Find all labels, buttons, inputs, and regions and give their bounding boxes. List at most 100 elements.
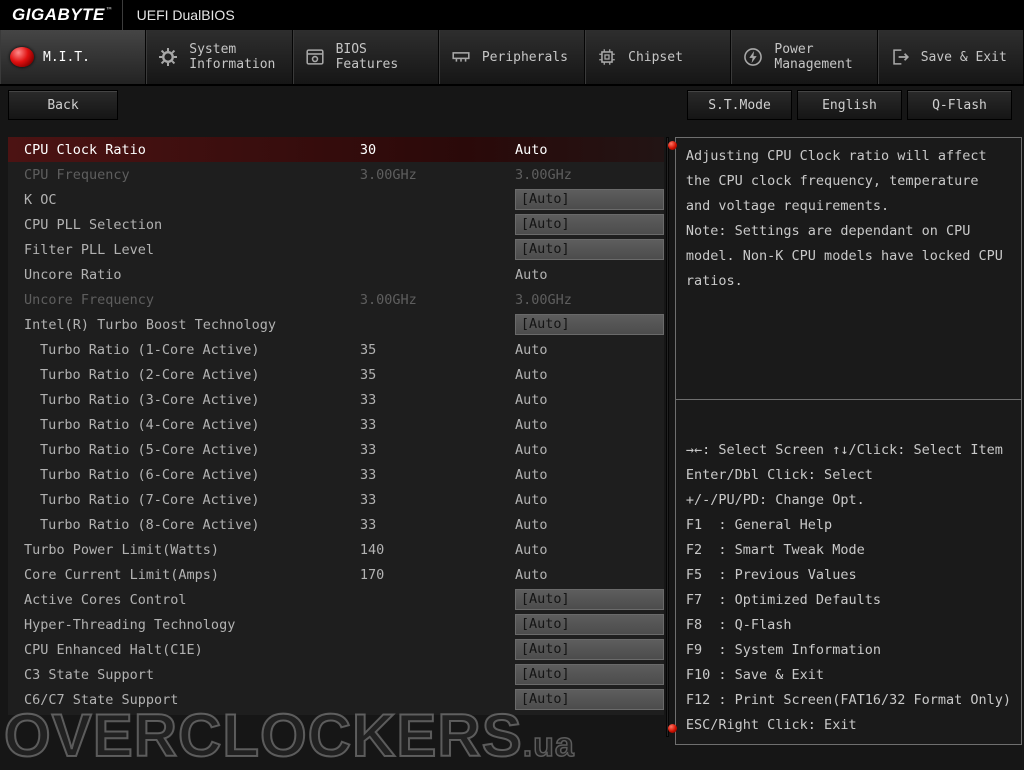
setting-row-active-cores-control[interactable]: Active Cores Control [Auto] [8,587,664,612]
setting-option-box[interactable]: [Auto] [515,614,664,635]
setting-label: Hyper-Threading Technology [24,617,360,633]
setting-row-turbo-power-limit-watts[interactable]: Turbo Power Limit(Watts)140Auto [8,537,664,562]
scroll-up-button[interactable] [668,141,677,150]
tab-label: Chipset [628,50,683,65]
setting-row-hyper-threading-technology[interactable]: Hyper-Threading Technology [Auto] [8,612,664,637]
setting-label: Turbo Ratio (6-Core Active) [40,467,360,483]
help-key-line: +/-/PU/PD: Change Opt. [686,488,1011,513]
setting-option: 3.00GHz [515,292,664,308]
scroll-down-button[interactable] [668,724,677,733]
setting-label: Turbo Ratio (8-Core Active) [40,517,360,533]
setting-current-value: 33 [360,467,515,483]
trademark-symbol: ™ [107,6,112,15]
setting-label: CPU Enhanced Halt(C1E) [24,642,360,658]
setting-option-box[interactable]: [Auto] [515,314,664,335]
setting-label: Turbo Ratio (7-Core Active) [40,492,360,508]
help-key-line: F7 : Optimized Defaults [686,588,1011,613]
tab-label: Save & Exit [921,50,1007,65]
bios-chip-icon [303,45,327,69]
setting-option-box[interactable]: [Auto] [515,664,664,685]
setting-current-value: 3.00GHz [360,292,515,308]
setting-row-intel-r-turbo-boost-technology[interactable]: Intel(R) Turbo Boost Technology [Auto] [8,312,664,337]
setting-row-cpu-frequency[interactable]: CPU Frequency3.00GHz3.00GHz [8,162,664,187]
setting-current-value: 35 [360,367,515,383]
back-button[interactable]: Back [8,90,118,120]
tab-system-information[interactable]: System Information [146,30,292,84]
setting-row-cpu-pll-selection[interactable]: CPU PLL Selection [Auto] [8,212,664,237]
q-flash-button[interactable]: Q-Flash [907,90,1012,120]
setting-current-value: 30 [360,142,515,158]
setting-option: Auto [515,367,664,383]
tab-label: M.I.T. [43,50,90,65]
english-button[interactable]: English [797,90,902,120]
power-icon [741,45,765,69]
setting-row-turbo-ratio-6-core-active[interactable]: Turbo Ratio (6-Core Active)33Auto [8,462,664,487]
setting-option-box[interactable]: [Auto] [515,239,664,260]
tab-m-i-t[interactable]: M.I.T. [0,30,146,84]
setting-option: Auto [515,417,664,433]
setting-row-turbo-ratio-3-core-active[interactable]: Turbo Ratio (3-Core Active)33Auto [8,387,664,412]
setting-option-box[interactable]: [Auto] [515,189,664,210]
gigabyte-logo: GIGABYTE [12,5,105,25]
tab-power-management[interactable]: Power Management [731,30,877,84]
setting-row-turbo-ratio-5-core-active[interactable]: Turbo Ratio (5-Core Active)33Auto [8,437,664,462]
tab-bios-features[interactable]: BIOS Features [293,30,439,84]
tab-chipset[interactable]: Chipset [585,30,731,84]
setting-row-c6-c7-state-support[interactable]: C6/C7 State Support[Auto] [8,687,664,712]
setting-row-cpu-clock-ratio[interactable]: CPU Clock Ratio30Auto [8,137,664,162]
setting-row-core-current-limit-amps[interactable]: Core Current Limit(Amps)170Auto [8,562,664,587]
s-t-mode-button[interactable]: S.T.Mode [687,90,792,120]
setting-option: Auto [515,442,664,458]
help-description: Adjusting CPU Clock ratio will affect th… [676,138,1021,400]
setting-label: CPU PLL Selection [24,217,360,233]
setting-option: Auto [515,392,664,408]
setting-label: Active Cores Control [24,592,360,608]
help-key-line: F9 : System Information [686,638,1011,663]
title-bar: GIGABYTE ™ UEFI DualBIOS [0,0,1024,30]
tab-save-exit[interactable]: Save & Exit [878,30,1024,84]
setting-label: CPU Frequency [24,167,360,183]
setting-row-turbo-ratio-7-core-active[interactable]: Turbo Ratio (7-Core Active)33Auto [8,487,664,512]
setting-current-value: 140 [360,542,515,558]
help-key-line: F1 : General Help [686,513,1011,538]
setting-option-box[interactable]: [Auto] [515,639,664,660]
help-key-line: F10 : Save & Exit [686,663,1011,688]
setting-row-c3-state-support[interactable]: C3 State Support[Auto] [8,662,664,687]
tab-peripherals[interactable]: Peripherals [439,30,585,84]
gear-icon [156,45,180,69]
scrollbar[interactable] [666,137,669,737]
setting-row-uncore-frequency[interactable]: Uncore Frequency3.00GHz3.00GHz [8,287,664,312]
help-key-line: F12 : Print Screen(FAT16/32 Format Only) [686,688,1011,713]
tab-label: BIOS Features [336,42,399,72]
help-key-line: Enter/Dbl Click: Select [686,463,1011,488]
setting-option: Auto [515,342,664,358]
setting-row-k-oc[interactable]: K OC[Auto] [8,187,664,212]
help-panel: Adjusting CPU Clock ratio will affect th… [675,137,1022,745]
setting-option: Auto [515,267,664,283]
setting-label: Intel(R) Turbo Boost Technology [24,317,360,333]
setting-label: Turbo Ratio (1-Core Active) [40,342,360,358]
setting-current-value: 33 [360,442,515,458]
setting-current-value: 170 [360,567,515,583]
setting-current-value: 33 [360,517,515,533]
setting-option-box[interactable]: [Auto] [515,689,664,710]
setting-label: Turbo Ratio (3-Core Active) [40,392,360,408]
tab-label: Peripherals [482,50,568,65]
setting-current-value: 33 [360,392,515,408]
setting-row-uncore-ratio[interactable]: Uncore RatioAuto [8,262,664,287]
setting-option-box[interactable]: [Auto] [515,214,664,235]
firmware-title: UEFI DualBIOS [137,7,235,23]
setting-row-turbo-ratio-8-core-active[interactable]: Turbo Ratio (8-Core Active)33Auto [8,512,664,537]
setting-label: Uncore Frequency [24,292,360,308]
setting-row-turbo-ratio-2-core-active[interactable]: Turbo Ratio (2-Core Active)35Auto [8,362,664,387]
setting-option-box[interactable]: [Auto] [515,589,664,610]
setting-current-value: 33 [360,417,515,433]
help-key-line: ESC/Right Click: Exit [686,713,1011,738]
setting-row-filter-pll-level[interactable]: Filter PLL Level [Auto] [8,237,664,262]
setting-label: Turbo Ratio (4-Core Active) [40,417,360,433]
setting-row-turbo-ratio-1-core-active[interactable]: Turbo Ratio (1-Core Active)35Auto [8,337,664,362]
setting-label: Filter PLL Level [24,242,360,258]
titlebar-divider [122,0,123,30]
setting-row-cpu-enhanced-halt-c1e[interactable]: CPU Enhanced Halt(C1E) [Auto] [8,637,664,662]
setting-row-turbo-ratio-4-core-active[interactable]: Turbo Ratio (4-Core Active)33Auto [8,412,664,437]
